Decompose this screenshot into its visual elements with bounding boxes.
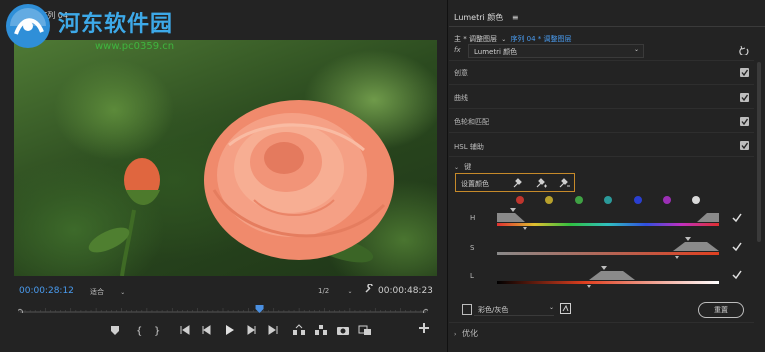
- luminance-range-slider[interactable]: [497, 266, 721, 288]
- key-label: 键: [464, 163, 472, 171]
- color-swatch[interactable]: [663, 196, 671, 204]
- section-hsl-checkbox[interactable]: [740, 141, 749, 150]
- export-frame-icon[interactable]: [334, 322, 352, 338]
- step-forward-icon[interactable]: [242, 322, 260, 338]
- effect-select[interactable]: Lumetri 颜色 ⌄: [468, 44, 644, 58]
- go-to-out-icon[interactable]: [264, 322, 282, 338]
- add-button-icon[interactable]: [418, 322, 430, 334]
- reset-button[interactable]: 重置: [698, 302, 744, 318]
- panel-title-label: Lumetri 颜色: [454, 13, 504, 22]
- mark-in-icon[interactable]: {: [130, 322, 148, 338]
- watermark-logo: [6, 4, 50, 48]
- play-icon[interactable]: [220, 322, 238, 338]
- video-frame: [14, 40, 437, 276]
- resolution-label: 1/2: [318, 287, 330, 295]
- rose-image: [88, 100, 394, 276]
- color-swatch[interactable]: [633, 196, 642, 204]
- hue-enable-check-icon[interactable]: [732, 213, 742, 223]
- luminance-enable-check-icon[interactable]: [732, 270, 742, 280]
- section-curves-checkbox[interactable]: [740, 93, 749, 102]
- chevron-down-icon: ⌄: [120, 289, 126, 296]
- eyedropper-remove-icon[interactable]: [558, 177, 570, 189]
- saturation-label: S: [470, 244, 475, 252]
- hue-label: H: [470, 214, 476, 222]
- chevron-down-icon: ⌄: [454, 164, 460, 171]
- watermark-url: www.pc0359.cn: [95, 41, 175, 52]
- go-to-in-icon[interactable]: [176, 322, 194, 338]
- section-creative-checkbox[interactable]: [740, 68, 749, 77]
- lift-icon[interactable]: [290, 322, 308, 338]
- fx-label: fx: [454, 46, 461, 54]
- compare-view-icon[interactable]: [356, 322, 374, 338]
- current-timecode[interactable]: 00:00:28:12: [19, 286, 74, 296]
- svg-text:}: }: [154, 326, 160, 337]
- eyedropper-add-icon[interactable]: [535, 177, 547, 189]
- section-hsl-secondary[interactable]: HSL 辅助: [454, 142, 484, 152]
- chevron-down-icon: ⌄: [501, 36, 507, 43]
- saturation-enable-check-icon[interactable]: [732, 242, 742, 252]
- section-color-wheels-checkbox[interactable]: [740, 117, 749, 126]
- reset-effect-icon[interactable]: [739, 45, 749, 55]
- breadcrumb-master[interactable]: 主 * 调整图层: [454, 35, 497, 43]
- panel-scrollbar[interactable]: [757, 62, 761, 242]
- section-creative[interactable]: 创意: [454, 68, 468, 78]
- output-mode-label: 彩色/灰色: [478, 306, 509, 314]
- step-back-icon[interactable]: [198, 322, 216, 338]
- color-swatch[interactable]: [574, 196, 583, 204]
- panel-title[interactable]: Lumetri 颜色 ≡: [454, 12, 519, 23]
- total-duration: 00:00:48:23: [378, 286, 433, 296]
- timeline-scrub-bar[interactable]: [18, 305, 428, 313]
- extract-icon[interactable]: [312, 322, 330, 338]
- zoom-fit-label: 适合: [90, 288, 104, 296]
- reset-button-label: 重置: [714, 306, 728, 314]
- watermark-brand: 河东软件园: [58, 12, 174, 37]
- chevron-down-icon: ⌄: [347, 288, 353, 295]
- mark-out-icon[interactable]: }: [148, 322, 166, 338]
- luminance-label: L: [470, 272, 474, 280]
- resolution-select[interactable]: 1/2 ⌄: [318, 287, 353, 295]
- invert-mask-icon[interactable]: [560, 303, 571, 314]
- breadcrumb: 主 * 调整图层 ⌄ 序列 04 * 调整图层: [454, 34, 572, 44]
- hue-range-slider[interactable]: [497, 208, 721, 230]
- chevron-down-icon: ⌄: [548, 304, 554, 311]
- wrench-icon[interactable]: [364, 284, 374, 294]
- effect-select-label: Lumetri 颜色: [474, 48, 518, 56]
- add-marker-icon[interactable]: [106, 322, 124, 338]
- chevron-right-icon: ›: [454, 331, 457, 338]
- zoom-fit-select[interactable]: 适合 ⌄: [90, 287, 125, 297]
- svg-text:{: {: [136, 326, 142, 337]
- section-color-wheels[interactable]: 色轮和匹配: [454, 117, 489, 127]
- eyedropper-icon[interactable]: [512, 177, 522, 189]
- saturation-range-slider[interactable]: [497, 237, 721, 259]
- breadcrumb-sequence[interactable]: 序列 04 * 调整图层: [510, 35, 571, 43]
- section-curves[interactable]: 曲线: [454, 93, 468, 103]
- optimize-label: 优化: [461, 329, 478, 338]
- show-mask-checkbox[interactable]: [462, 304, 472, 315]
- color-swatch[interactable]: [516, 196, 524, 204]
- output-mode-select[interactable]: 彩色/灰色 ⌄: [474, 303, 554, 316]
- menu-icon[interactable]: ≡: [512, 13, 519, 22]
- transport-controls: { }: [90, 322, 435, 338]
- set-color-label: 设置颜色: [461, 180, 489, 188]
- optimize-section[interactable]: › 优化: [454, 328, 478, 339]
- key-header[interactable]: ⌄ 键: [454, 162, 471, 172]
- chevron-down-icon: ⌄: [633, 46, 639, 53]
